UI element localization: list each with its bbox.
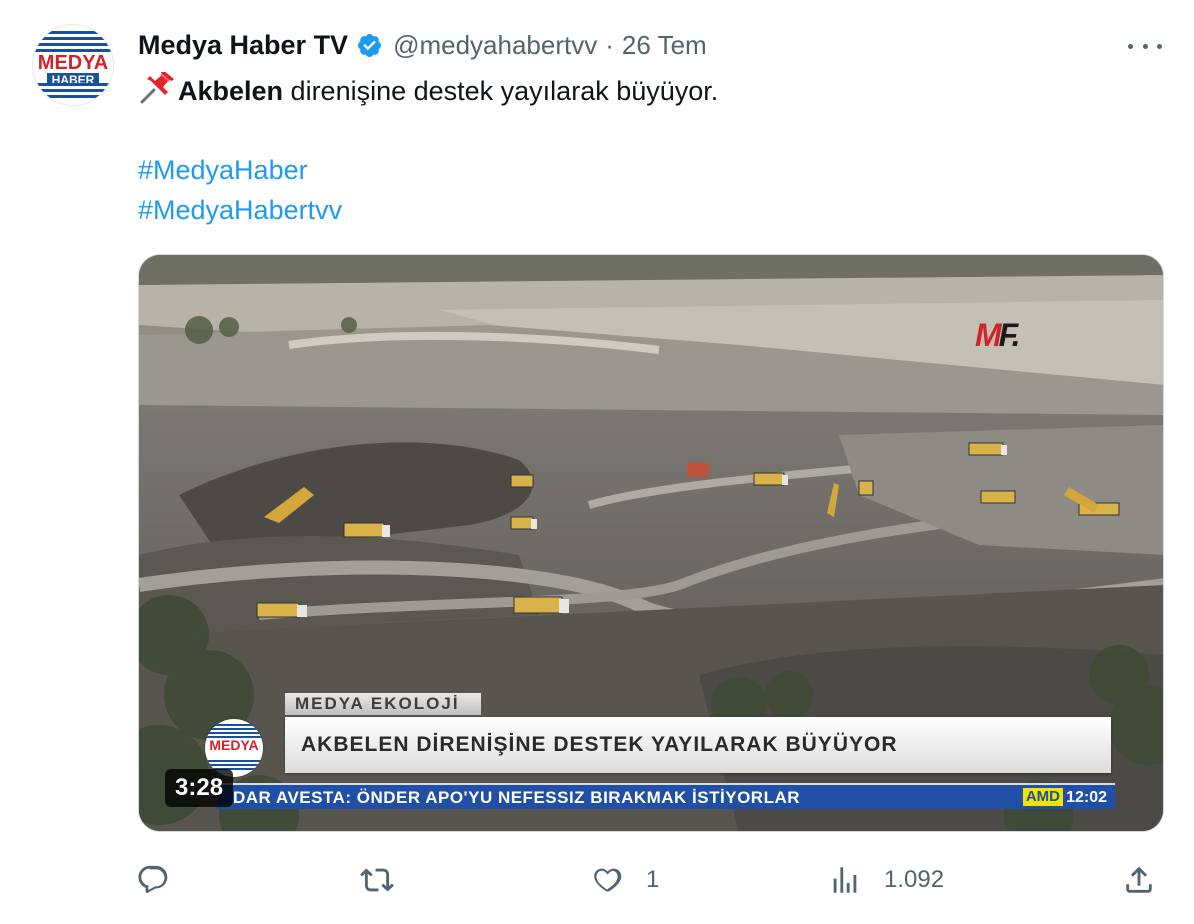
like-count: 1 bbox=[646, 866, 660, 893]
more-options-icon[interactable] bbox=[1128, 36, 1162, 56]
pushpin-emoji-icon bbox=[140, 72, 174, 104]
avatar-stripes bbox=[33, 31, 113, 53]
tv-logo-text: MEDYA bbox=[209, 737, 259, 753]
lower-third-title: AKBELEN DİRENİŞİNE DESTEK YAYILARAK BÜYÜ… bbox=[285, 717, 1111, 773]
corner-logo-f: F. bbox=[998, 317, 1021, 353]
channel-corner-logo: MF. bbox=[975, 317, 1021, 354]
retweet-icon bbox=[360, 868, 394, 892]
retweet-button[interactable] bbox=[360, 856, 416, 904]
views-button[interactable]: 1.092 bbox=[828, 856, 944, 904]
avatar-brand-line1: MEDYA bbox=[37, 52, 109, 74]
like-button[interactable]: 1 bbox=[590, 856, 659, 904]
views-count: 1.092 bbox=[884, 866, 945, 893]
heart-icon bbox=[594, 868, 622, 892]
hashtags: #MedyaHaber #MedyaHabertvv bbox=[138, 150, 342, 230]
share-button[interactable] bbox=[1122, 856, 1156, 904]
avatar[interactable]: MEDYA HABER bbox=[32, 24, 114, 106]
ticker-text: DAR AVESTA: ÖNDER APO'YU NEFESSIZ BIRAKM… bbox=[233, 788, 801, 807]
verified-badge-icon[interactable] bbox=[356, 32, 383, 59]
tweet-text: Akbelen direnişine destek yayılarak büyü… bbox=[138, 72, 718, 110]
reply-icon bbox=[138, 865, 168, 894]
hashtag-link[interactable]: #MedyaHaber bbox=[138, 150, 342, 190]
lower-third-tag: MEDYA EKOLOJİ bbox=[285, 693, 481, 715]
tweet-text-rest: direnişine destek yayılarak büyüyor. bbox=[283, 76, 719, 106]
views-icon bbox=[833, 867, 857, 893]
ticker-badge: AMD bbox=[1022, 788, 1063, 806]
author-handle[interactable]: @medyahabertvv bbox=[393, 30, 597, 61]
reply-button[interactable] bbox=[136, 856, 192, 904]
video-player[interactable]: MF. MEDYA EKOLOJİ AKBELEN DİRENİŞİNE DES… bbox=[138, 254, 1164, 832]
news-ticker: DAR AVESTA: ÖNDER APO'YU NEFESSIZ BIRAKM… bbox=[217, 783, 1115, 809]
tweet-actions: 1 1.092 bbox=[0, 856, 1194, 904]
separator-dot: · bbox=[605, 29, 614, 60]
tweet-header: Medya Haber TV @medyahabertvv · 26 Tem bbox=[138, 28, 707, 62]
ticker-time: 12:02 bbox=[1066, 789, 1107, 806]
corner-logo-m: M bbox=[975, 317, 1002, 353]
avatar-stripes-bottom bbox=[33, 83, 113, 99]
video-duration: 3:28 bbox=[165, 769, 234, 807]
hashtag-link[interactable]: #MedyaHabertvv bbox=[138, 190, 342, 230]
tweet-date[interactable]: 26 Tem bbox=[622, 30, 707, 61]
tweet[interactable]: MEDYA HABER Medya Haber TV @medyahabertv… bbox=[0, 0, 1194, 924]
tweet-text-bold[interactable]: Akbelen bbox=[178, 76, 283, 106]
author-name[interactable]: Medya Haber TV bbox=[138, 30, 348, 61]
share-icon bbox=[1126, 866, 1152, 893]
